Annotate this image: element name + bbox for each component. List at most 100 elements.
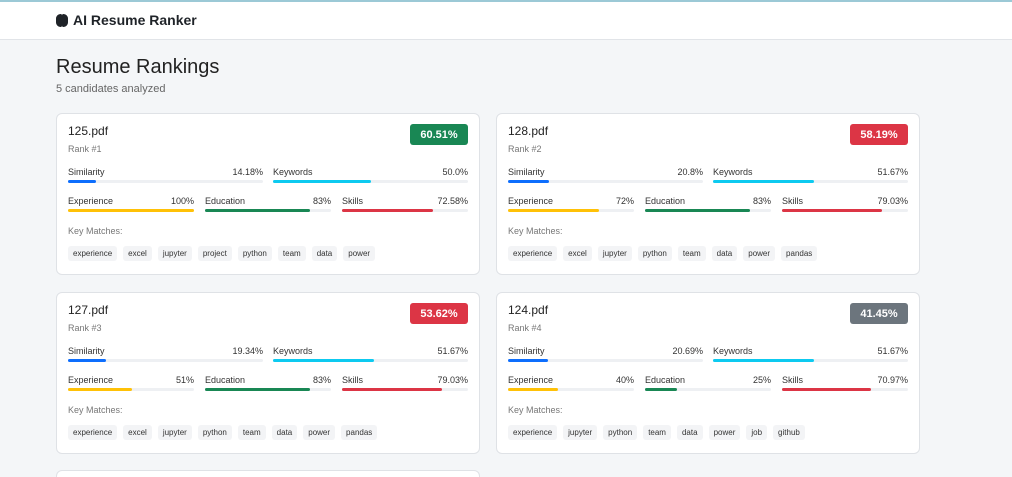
metric-keywords: Keywords 50.0% xyxy=(273,167,468,183)
metric-value: 100% xyxy=(170,196,194,206)
progress-fill xyxy=(68,359,106,362)
progress-track xyxy=(508,359,703,362)
metric-experience: Experience 40% xyxy=(508,375,634,391)
metric-value: 72.58% xyxy=(437,196,468,206)
metric-experience: Experience 100% xyxy=(68,196,194,212)
keyword-tag: github xyxy=(773,425,805,440)
metric-keywords: Keywords 51.67% xyxy=(273,346,468,362)
progress-fill xyxy=(713,359,814,362)
metric-value: 14.18% xyxy=(232,167,263,177)
key-matches-label: Key Matches: xyxy=(68,405,123,415)
metric-label: Skills xyxy=(342,375,364,385)
metric-value: 79.03% xyxy=(437,375,468,385)
keyword-tag: team xyxy=(677,246,706,261)
progress-fill xyxy=(645,388,677,391)
progress-fill xyxy=(508,180,549,183)
progress-track xyxy=(273,180,468,183)
keyword-tag: python xyxy=(197,425,232,440)
key-matches-list: experience excel jupyter project python team d… xyxy=(68,246,381,261)
metric-value: 50.0% xyxy=(442,167,468,177)
metric-skills: Skills 72.58% xyxy=(342,196,468,212)
key-matches-list: experience jupyter python team data power job g… xyxy=(508,425,811,440)
metric-label: Experience xyxy=(68,375,114,385)
metric-value: 72% xyxy=(615,196,634,206)
metric-experience: Experience 51% xyxy=(68,375,194,391)
progress-track xyxy=(645,209,771,212)
score-badge: 58.19% xyxy=(850,124,908,145)
progress-fill xyxy=(342,388,442,391)
keyword-tag: jupyter xyxy=(597,246,632,261)
metric-label: Skills xyxy=(782,375,804,385)
metric-label: Experience xyxy=(68,196,114,206)
progress-fill xyxy=(68,209,194,212)
keyword-tag: project xyxy=(197,246,232,261)
metric-label: Education xyxy=(645,375,686,385)
progress-track xyxy=(782,388,908,391)
brain-icon xyxy=(56,13,68,27)
metric-similarity: Similarity 19.34% xyxy=(68,346,263,362)
metric-skills: Skills 79.03% xyxy=(782,196,908,212)
keyword-tag: pandas xyxy=(781,246,818,261)
keyword-tag: python xyxy=(603,425,638,440)
keyword-tag: python xyxy=(237,246,272,261)
candidate-card[interactable]: 125.pdf Rank #1 60.51% Similarity 14.18% K… xyxy=(56,113,480,275)
metric-label: Keywords xyxy=(273,167,313,177)
keyword-tag: experience xyxy=(508,246,558,261)
metric-value: 25% xyxy=(752,375,771,385)
score-badge: 60.51% xyxy=(410,124,468,145)
keyword-tag: power xyxy=(343,246,376,261)
progress-fill xyxy=(782,209,882,212)
candidate-card[interactable]: 127.pdf Rank #3 53.62% Similarity 19.34% K… xyxy=(56,292,480,454)
progress-fill xyxy=(342,209,434,212)
progress-track xyxy=(342,209,468,212)
keyword-tag: data xyxy=(311,246,338,261)
candidate-card[interactable]: 124.pdf Rank #4 41.45% Similarity 20.69% K… xyxy=(496,292,920,454)
keyword-tag: jupyter xyxy=(157,425,192,440)
rank-label: Rank #3 xyxy=(68,323,102,333)
keyword-tag: power xyxy=(708,425,741,440)
progress-fill xyxy=(508,388,559,391)
candidates-count: 5 candidates analyzed xyxy=(56,83,166,95)
progress-fill xyxy=(205,209,310,212)
progress-track xyxy=(508,388,634,391)
metric-label: Keywords xyxy=(713,167,753,177)
metric-label: Similarity xyxy=(508,346,545,356)
progress-track xyxy=(68,180,263,183)
metric-label: Similarity xyxy=(508,167,545,177)
keyword-tag: team xyxy=(277,246,306,261)
progress-track xyxy=(713,359,908,362)
score-badge: 41.45% xyxy=(850,303,908,324)
app-brand[interactable]: AI Resume Ranker xyxy=(56,12,197,28)
keyword-tag: team xyxy=(643,425,671,440)
progress-track xyxy=(273,359,468,362)
metric-value: 51% xyxy=(175,375,194,385)
navbar: AI Resume Ranker xyxy=(0,2,1012,40)
metric-label: Skills xyxy=(342,196,364,206)
progress-fill xyxy=(782,388,872,391)
app-title: AI Resume Ranker xyxy=(73,12,197,28)
candidate-card[interactable]: 128.pdf Rank #2 58.19% Similarity 20.8% Ke… xyxy=(496,113,920,275)
keyword-tag: python xyxy=(637,246,672,261)
keyword-tag: experience xyxy=(68,425,118,440)
metric-value: 40% xyxy=(615,375,634,385)
progress-track xyxy=(782,209,908,212)
key-matches-list: experience excel jupyter python team data powe… xyxy=(68,425,383,440)
metric-similarity: Similarity 14.18% xyxy=(68,167,263,183)
progress-fill xyxy=(68,180,96,183)
page-title: Resume Rankings xyxy=(56,56,220,78)
file-name: 127.pdf xyxy=(68,303,109,317)
progress-track xyxy=(68,209,194,212)
metric-label: Skills xyxy=(782,196,804,206)
metric-value: 70.97% xyxy=(877,375,908,385)
metric-value: 83% xyxy=(312,196,331,206)
progress-track xyxy=(713,180,908,183)
metric-label: Similarity xyxy=(68,346,105,356)
metric-skills: Skills 79.03% xyxy=(342,375,468,391)
metric-value: 20.69% xyxy=(672,346,703,356)
progress-track xyxy=(68,359,263,362)
keyword-tag: power xyxy=(743,246,776,261)
keyword-tag: experience xyxy=(508,425,558,440)
progress-track xyxy=(508,209,634,212)
metric-label: Education xyxy=(205,375,246,385)
metric-label: Similarity xyxy=(68,167,105,177)
